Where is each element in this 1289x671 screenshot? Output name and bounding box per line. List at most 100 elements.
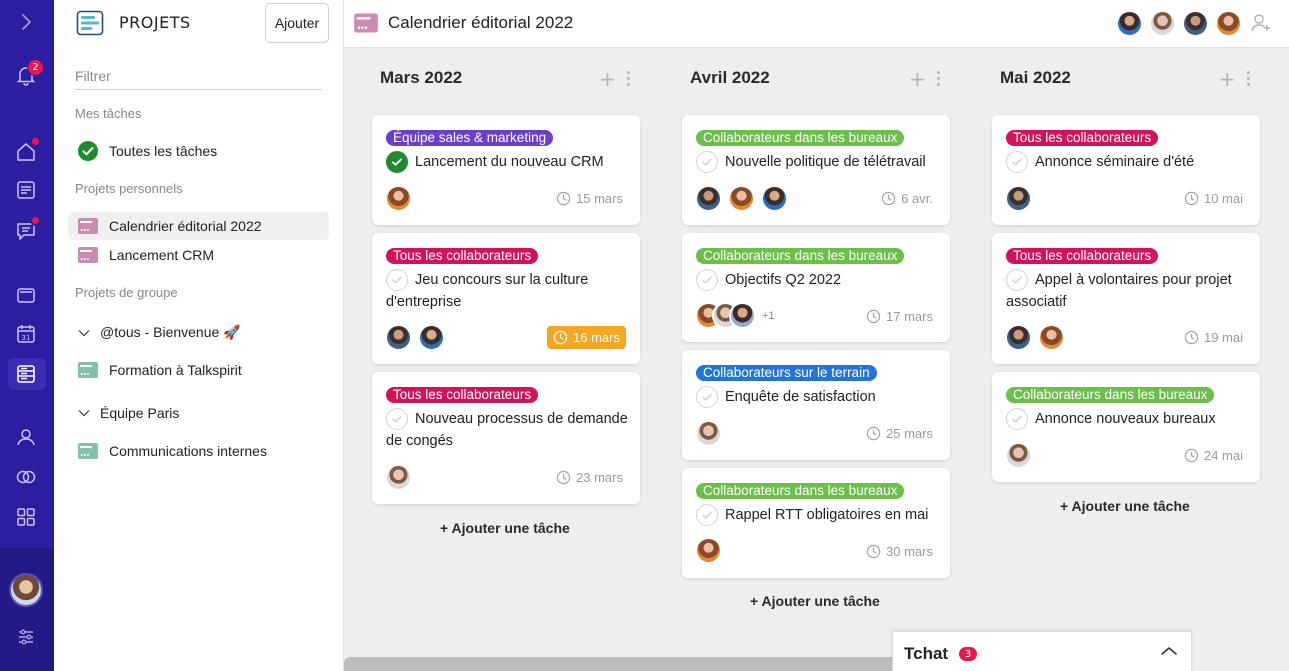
chevron-up-icon[interactable] xyxy=(1159,644,1179,658)
add-card-plus-icon[interactable]: + xyxy=(909,67,926,91)
clock-icon xyxy=(881,191,896,206)
add-task-button[interactable]: + Ajouter une tâche xyxy=(1060,498,1190,514)
sidebar-item-lancement-crm[interactable]: Lancement CRM xyxy=(68,241,329,269)
user-avatar[interactable] xyxy=(9,573,43,607)
people-icon[interactable] xyxy=(13,424,39,450)
assignee-avatar[interactable] xyxy=(418,324,445,351)
assignee-avatar[interactable] xyxy=(1005,185,1032,212)
add-card-plus-icon[interactable]: + xyxy=(599,67,616,91)
task-check-icon[interactable] xyxy=(1006,269,1028,291)
clock-icon xyxy=(866,309,881,324)
apps-grid-icon[interactable] xyxy=(13,504,39,530)
task-check-icon[interactable] xyxy=(696,504,718,526)
chat-panel[interactable]: Tchat 3 xyxy=(892,631,1192,671)
task-card[interactable]: Collaborateurs dans les bureaux Nouvelle… xyxy=(682,115,950,225)
task-due-date: 24 mai xyxy=(1184,448,1243,463)
folder-icon[interactable] xyxy=(13,282,39,308)
section-group-projects: Projets de groupe xyxy=(75,285,178,300)
task-card[interactable]: Tous les collaborateurs Annonce séminair… xyxy=(992,115,1260,225)
clock-icon xyxy=(553,330,568,345)
task-assignees xyxy=(385,185,418,212)
assignee-avatar[interactable] xyxy=(695,537,722,564)
task-assignees xyxy=(695,185,794,212)
filter-input[interactable] xyxy=(75,62,322,90)
projects-sidebar: PROJETS Ajouter Mes tâches Toutes les tâ… xyxy=(54,0,344,671)
calendar-icon[interactable]: 31 xyxy=(13,321,39,347)
task-title: Enquête de satisfaction xyxy=(725,389,876,405)
assignee-avatar[interactable] xyxy=(1005,442,1032,469)
assignee-avatar[interactable] xyxy=(385,324,412,351)
member-avatar[interactable] xyxy=(1182,10,1209,37)
assignee-avatar[interactable] xyxy=(1005,324,1032,351)
task-card[interactable]: Équipe sales & marketing Lancement du no… xyxy=(372,115,640,225)
task-tag: Collaborateurs dans les bureaux xyxy=(1006,387,1215,403)
task-check-icon[interactable] xyxy=(386,269,408,291)
clock-icon xyxy=(1184,330,1199,345)
task-title: Lancement du nouveau CRM xyxy=(415,154,604,170)
add-project-button[interactable]: Ajouter xyxy=(265,3,329,43)
assignee-avatar[interactable] xyxy=(385,464,412,491)
task-check-icon[interactable] xyxy=(1006,151,1028,173)
group-label: Équipe Paris xyxy=(100,405,180,421)
assignee-avatar[interactable] xyxy=(761,185,788,212)
task-assignees: +1 xyxy=(695,302,775,329)
member-avatar[interactable] xyxy=(1116,10,1143,37)
column-more-icon[interactable] xyxy=(937,71,941,87)
task-check-icon[interactable] xyxy=(696,386,718,408)
sidebar-item-all-tasks[interactable]: Toutes les tâches xyxy=(68,137,329,165)
task-card[interactable]: Tous les collaborateurs Nouveau processu… xyxy=(372,372,640,504)
task-card[interactable]: Collaborateurs dans les bureaux Rappel R… xyxy=(682,468,950,578)
clock-icon xyxy=(556,191,571,206)
assignee-avatar[interactable] xyxy=(695,185,722,212)
task-card[interactable]: Tous les collaborateurs Appel à volontai… xyxy=(992,233,1260,364)
settings-sliders-icon[interactable] xyxy=(13,624,39,650)
task-title: Rappel RTT obligatoires en mai xyxy=(725,507,929,523)
assignee-avatar[interactable] xyxy=(385,185,412,212)
clock-icon xyxy=(866,426,881,441)
add-task-button[interactable]: + Ajouter une tâche xyxy=(750,593,880,609)
expand-chevron-icon[interactable] xyxy=(13,9,39,35)
member-avatar[interactable] xyxy=(1149,10,1176,37)
group-equipe-paris[interactable]: Équipe Paris xyxy=(78,405,179,421)
news-icon[interactable] xyxy=(13,177,39,203)
task-check-icon[interactable] xyxy=(696,269,718,291)
add-task-button[interactable]: + Ajouter une tâche xyxy=(440,520,570,536)
column-more-icon[interactable] xyxy=(627,71,631,87)
chevron-down-icon xyxy=(78,326,90,340)
add-card-plus-icon[interactable]: + xyxy=(1219,67,1236,91)
task-card[interactable]: Collaborateurs dans les bureaux Annonce … xyxy=(992,372,1260,482)
task-title: Annonce séminaire d'été xyxy=(1035,154,1195,170)
column-more-icon[interactable] xyxy=(1247,71,1251,87)
task-title: Nouveau processus de demande de congés xyxy=(386,411,628,449)
task-check-icon[interactable] xyxy=(1006,408,1028,430)
task-due-date: 17 mars xyxy=(866,309,933,324)
sidebar-item-calendrier-editorial[interactable]: Calendrier éditorial 2022 xyxy=(68,212,329,240)
task-title: Appel à volontaires pour projet associat… xyxy=(1006,272,1232,310)
projects-icon[interactable] xyxy=(13,361,39,387)
assignee-avatar[interactable] xyxy=(728,185,755,212)
group-tous-bienvenue[interactable]: @tous - Bienvenue 🚀 xyxy=(78,324,241,341)
clock-icon xyxy=(1184,191,1199,206)
groups-icon[interactable] xyxy=(13,464,39,490)
add-member-icon[interactable] xyxy=(1250,12,1272,34)
column-title-mai: Mai 2022 xyxy=(1000,68,1071,87)
assignee-avatar[interactable] xyxy=(729,302,756,329)
assignee-avatar[interactable] xyxy=(1038,324,1065,351)
task-due-date: 6 avr. xyxy=(881,191,933,206)
sidebar-item-communications-internes[interactable]: Communications internes xyxy=(68,437,329,465)
task-card[interactable]: Collaborateurs sur le terrain Enquête de… xyxy=(682,350,950,460)
scrollbar-thumb[interactable] xyxy=(344,657,904,671)
task-check-icon[interactable] xyxy=(386,408,408,430)
task-assignees xyxy=(1005,442,1038,469)
task-done-check-icon[interactable] xyxy=(386,151,408,173)
member-avatar[interactable] xyxy=(1215,10,1242,37)
task-check-icon[interactable] xyxy=(696,151,718,173)
task-card[interactable]: Tous les collaborateurs Jeu concours sur… xyxy=(372,233,640,364)
assignee-avatar[interactable] xyxy=(695,420,722,447)
sidebar-item-formation-talkspirit[interactable]: Formation à Talkspirit xyxy=(68,356,329,384)
task-card[interactable]: Collaborateurs dans les bureaux Objectif… xyxy=(682,233,950,342)
project-pink-icon xyxy=(353,12,379,34)
task-tag: Collaborateurs dans les bureaux xyxy=(696,483,905,499)
project-pink-icon xyxy=(77,217,99,235)
task-tag: Collaborateurs dans les bureaux xyxy=(696,130,905,146)
